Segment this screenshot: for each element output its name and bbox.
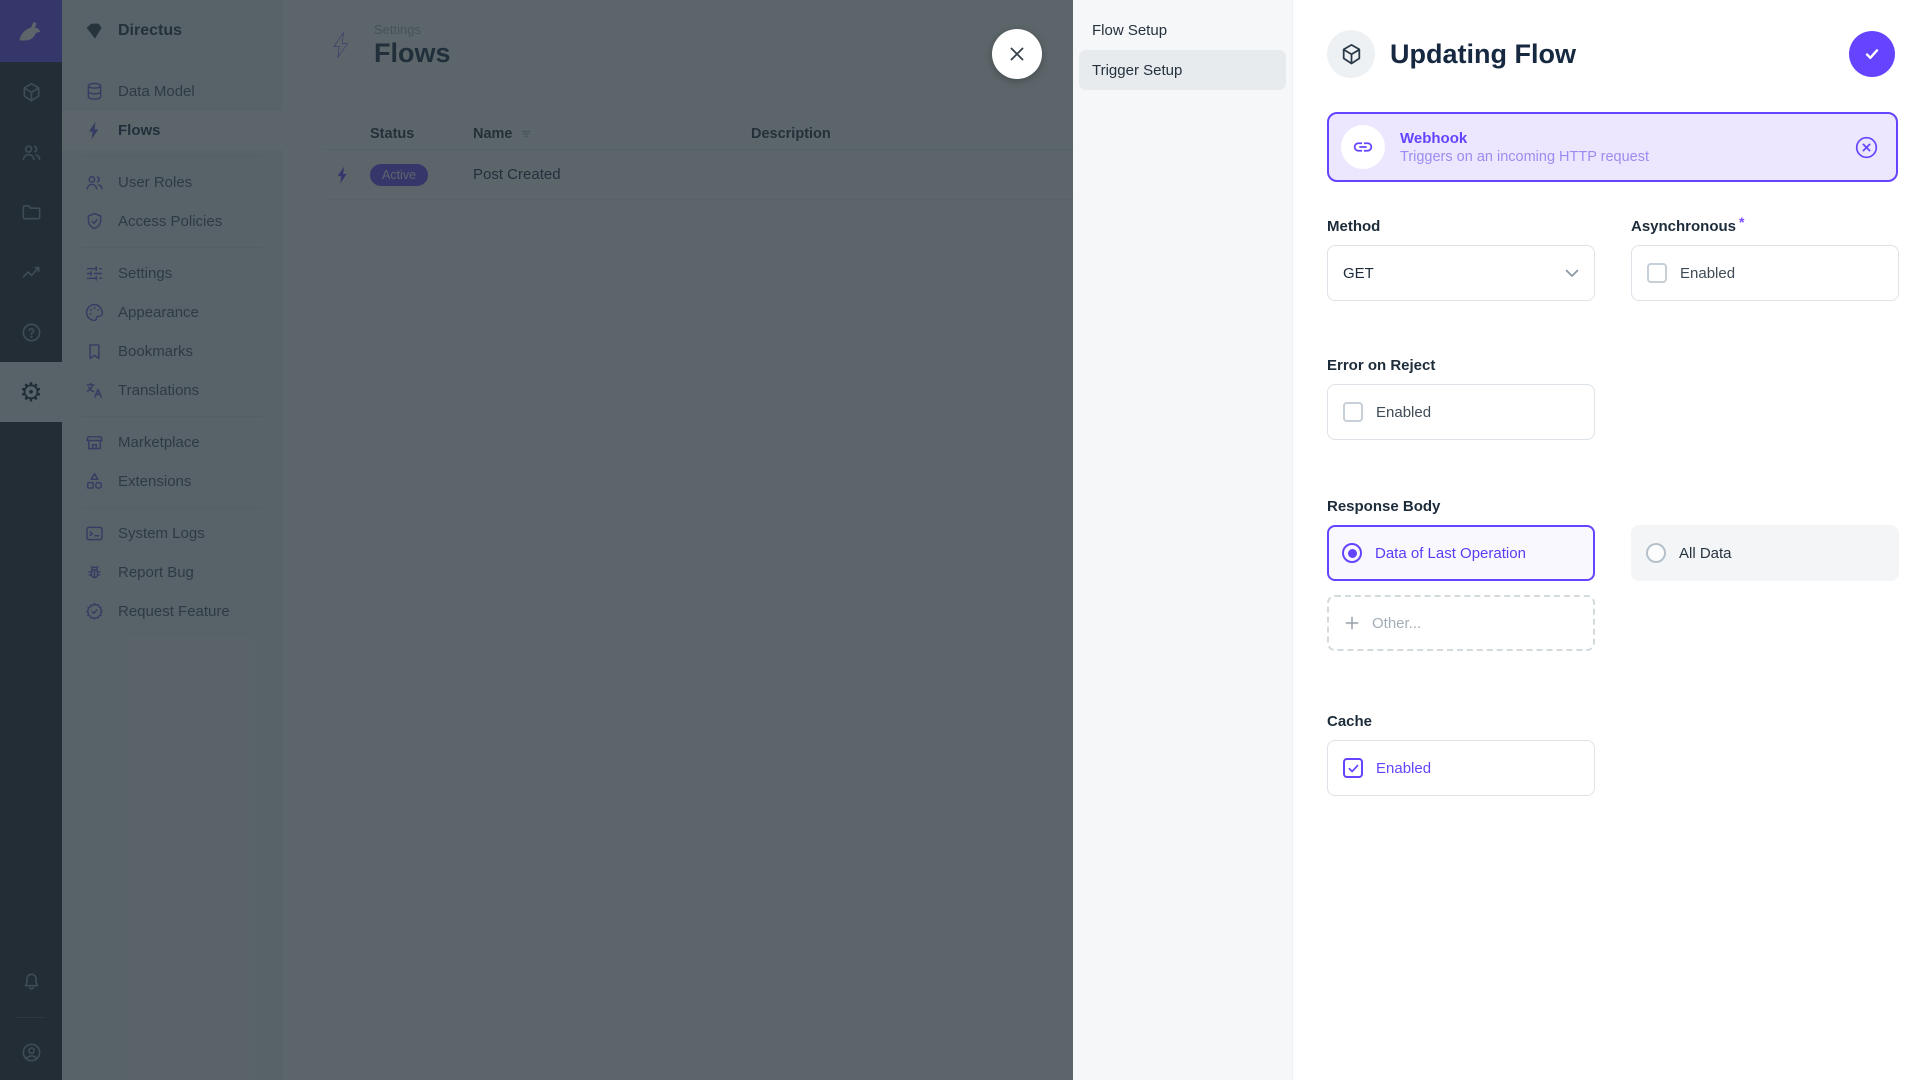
chevron-down-icon xyxy=(1565,269,1579,278)
radio-option-label: Data of Last Operation xyxy=(1375,545,1526,562)
error-on-reject-checkbox[interactable] xyxy=(1343,402,1363,422)
error-on-reject-checkbox-label: Enabled xyxy=(1376,404,1431,421)
drawer-body: Webhook Triggers on an incoming HTTP req… xyxy=(1327,112,1898,796)
response-body-other-button[interactable]: Other... xyxy=(1327,595,1595,651)
asynchronous-checkbox[interactable] xyxy=(1647,263,1667,283)
save-button[interactable] xyxy=(1849,31,1895,77)
drawer-header-icon-circle xyxy=(1327,30,1375,78)
method-select-value: GET xyxy=(1343,265,1374,282)
radio-selected-icon[interactable] xyxy=(1342,543,1362,563)
field-method: Method GET xyxy=(1327,218,1595,301)
drawer-title: Updating Flow xyxy=(1390,39,1576,70)
radio-option-all-data[interactable]: All Data xyxy=(1631,525,1899,581)
radio-option-data-of-last-operation[interactable]: Data of Last Operation xyxy=(1327,525,1595,581)
field-label-response-body: Response Body xyxy=(1327,498,1898,515)
drawer-nav-item-flow-setup[interactable]: Flow Setup xyxy=(1079,10,1286,50)
close-icon xyxy=(1006,43,1028,65)
asynchronous-checkbox-box[interactable]: Enabled xyxy=(1631,245,1899,301)
form-row-error-on-reject: Error on Reject Enabled xyxy=(1327,357,1898,440)
field-response-body: Response Body Data of Last Operation All… xyxy=(1327,498,1898,651)
form-row-method-async: Method GET Asynchronous* Enabled xyxy=(1327,218,1898,301)
field-label-method: Method xyxy=(1327,218,1595,235)
field-label-error-on-reject: Error on Reject xyxy=(1327,357,1595,374)
field-error-on-reject: Error on Reject Enabled xyxy=(1327,357,1595,440)
method-select[interactable]: GET xyxy=(1327,245,1595,301)
error-on-reject-checkbox-box[interactable]: Enabled xyxy=(1327,384,1595,440)
app-root: ⚙ Directus Data Model xyxy=(0,0,1920,1080)
other-option-label: Other... xyxy=(1372,615,1421,632)
remove-trigger-button[interactable] xyxy=(1853,134,1880,161)
modal-overlay[interactable] xyxy=(0,0,1073,1080)
trigger-card-title: Webhook xyxy=(1400,130,1838,147)
field-label-cache: Cache xyxy=(1327,713,1595,730)
link-icon xyxy=(1352,136,1374,158)
cache-checkbox-box[interactable]: Enabled xyxy=(1327,740,1595,796)
field-asynchronous: Asynchronous* Enabled xyxy=(1631,218,1899,301)
drawer-nav-item-trigger-setup[interactable]: Trigger Setup xyxy=(1079,50,1286,90)
required-mark: * xyxy=(1739,214,1744,230)
drawer-side-nav: Flow Setup Trigger Setup xyxy=(1073,0,1292,1080)
asynchronous-checkbox-label: Enabled xyxy=(1680,265,1735,282)
updating-flow-drawer: Updating Flow Webhook Triggers on an inc… xyxy=(1292,0,1920,1080)
close-drawer-button[interactable] xyxy=(992,29,1042,79)
field-cache: Cache Enabled xyxy=(1327,713,1595,796)
radio-unselected-icon[interactable] xyxy=(1646,543,1666,563)
response-body-options: Data of Last Operation All Data xyxy=(1327,525,1898,581)
field-label-asynchronous: Asynchronous* xyxy=(1631,218,1899,235)
trigger-card-icon-circle xyxy=(1341,125,1385,169)
trigger-type-card[interactable]: Webhook Triggers on an incoming HTTP req… xyxy=(1327,112,1898,182)
radio-option-label: All Data xyxy=(1679,545,1732,562)
check-icon xyxy=(1861,43,1883,65)
box-icon xyxy=(1339,42,1364,67)
asynchronous-label-text: Asynchronous xyxy=(1631,218,1736,235)
plus-icon xyxy=(1343,614,1361,632)
cache-checkbox[interactable] xyxy=(1343,758,1363,778)
trigger-card-text: Webhook Triggers on an incoming HTTP req… xyxy=(1400,130,1838,165)
cache-checkbox-label: Enabled xyxy=(1376,760,1431,777)
drawer-header: Updating Flow xyxy=(1327,30,1576,78)
circled-x-icon xyxy=(1853,134,1880,161)
form-row-cache: Cache Enabled xyxy=(1327,713,1898,796)
trigger-card-subtitle: Triggers on an incoming HTTP request xyxy=(1400,149,1838,165)
